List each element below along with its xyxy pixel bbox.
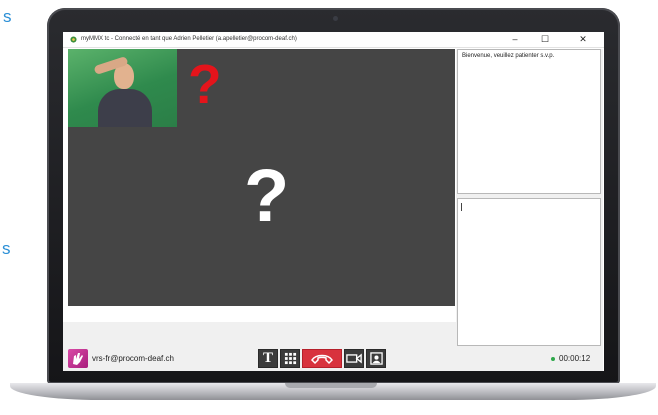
minimize-button[interactable]: –	[500, 32, 530, 47]
app-window: myMMX tc - Connecté en tant que Adrien P…	[63, 32, 604, 371]
call-toolbar: T	[258, 349, 388, 368]
bottom-status-bar: vrs-fr@procom-deaf.ch T	[63, 322, 456, 371]
sign-language-logo-icon	[68, 349, 88, 368]
self-view-question-mark: ?	[188, 53, 222, 115]
edge-fragment-top: s	[3, 7, 12, 26]
maximize-button[interactable]: ☐	[530, 32, 560, 47]
remote-video-area: ? ?	[68, 49, 455, 306]
chat-panel: Bienvenue, veuillez patienter s.v.p.	[456, 49, 603, 371]
text-chat-button[interactable]: T	[258, 349, 278, 368]
hangup-icon	[311, 354, 333, 364]
hang-up-button[interactable]	[302, 349, 342, 368]
self-view-toggle-button[interactable]	[366, 349, 386, 368]
app-icon	[70, 36, 77, 43]
call-timer-value: 00:00:12	[559, 354, 591, 363]
laptop-display: myMMX tc - Connecté en tant que Adrien P…	[47, 8, 620, 384]
person-body	[98, 89, 152, 127]
chat-input-field[interactable]	[457, 198, 601, 346]
self-view-video	[68, 49, 177, 127]
chat-received-area: Bienvenue, veuillez patienter s.v.p.	[457, 49, 601, 194]
call-timer: 00:00:12	[551, 354, 590, 363]
close-button[interactable]: ✕	[568, 32, 598, 47]
webcam-dot	[333, 16, 338, 21]
keypad-icon	[284, 352, 296, 365]
text-caret	[461, 203, 462, 211]
text-icon: T	[262, 350, 273, 366]
edge-fragment-middle: s	[2, 239, 11, 258]
laptop-notch	[285, 383, 377, 388]
title-bar: myMMX tc - Connecté en tant que Adrien P…	[63, 32, 604, 48]
camera-toggle-button[interactable]	[344, 349, 364, 368]
window-title: myMMX tc - Connecté en tant que Adrien P…	[81, 36, 297, 42]
account-address: vrs-fr@procom-deaf.ch	[92, 354, 174, 363]
laptop-base	[10, 383, 656, 400]
connection-status-icon	[551, 356, 555, 361]
self-view-icon	[369, 352, 383, 365]
camera-icon	[346, 353, 362, 364]
remote-video-question-mark: ?	[244, 154, 290, 237]
keypad-button[interactable]	[280, 349, 300, 368]
chat-message: Bienvenue, veuillez patienter s.v.p.	[462, 53, 555, 59]
